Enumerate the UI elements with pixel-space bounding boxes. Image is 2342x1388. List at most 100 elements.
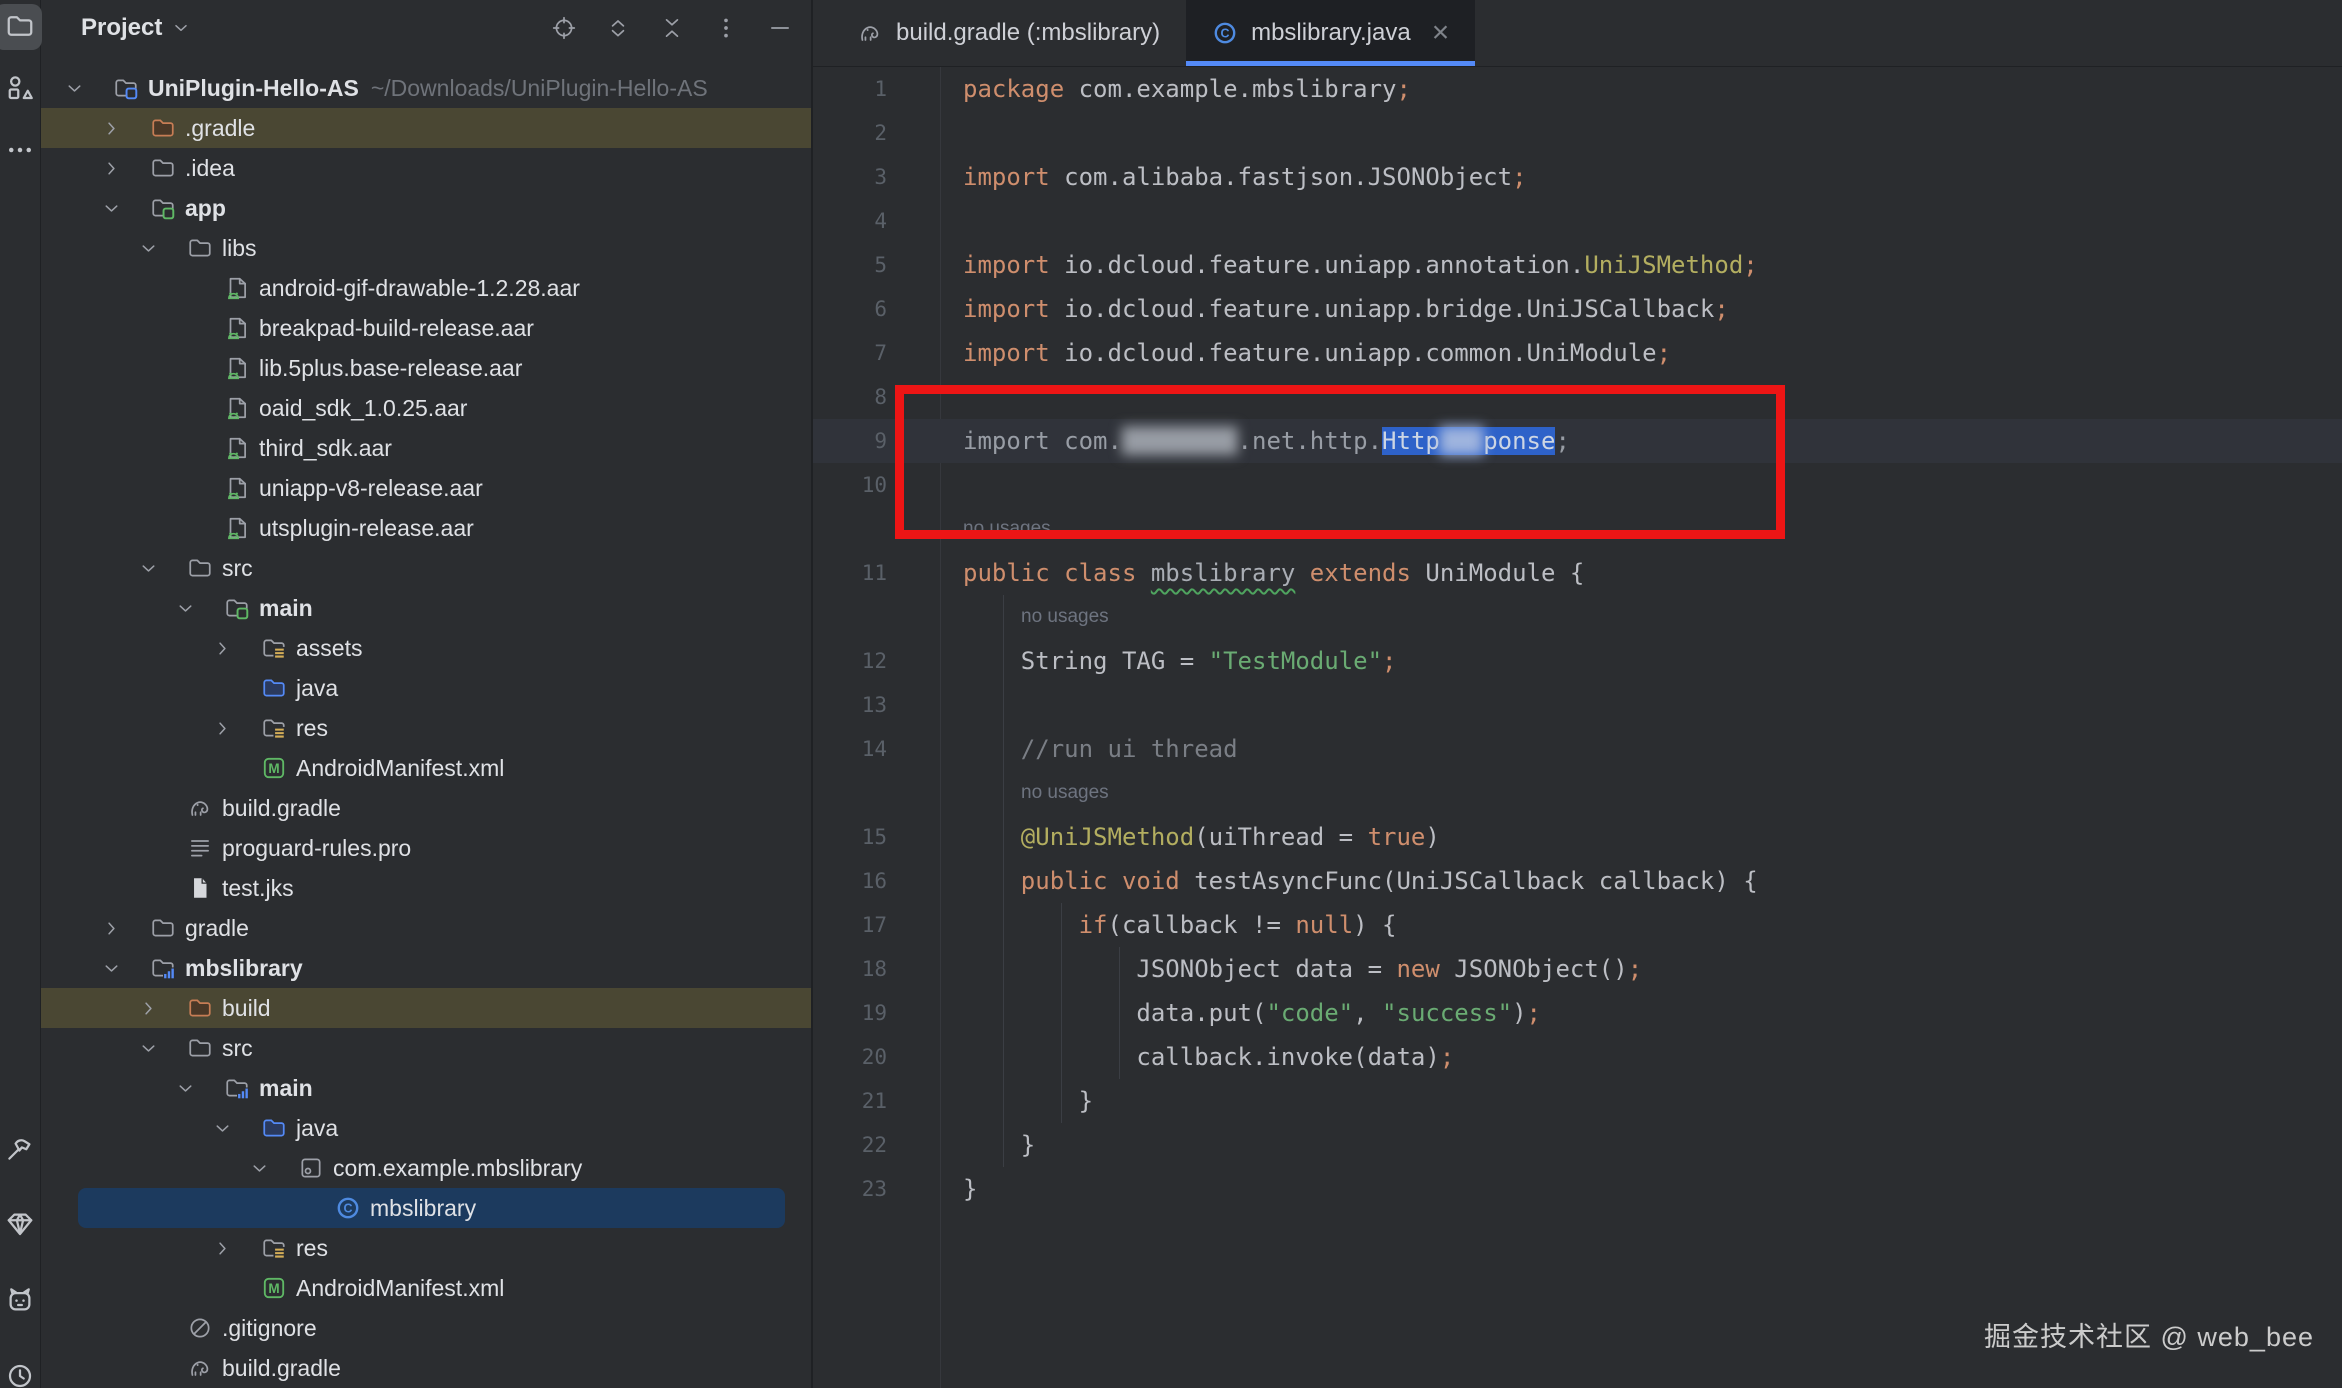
code-line-13[interactable]: 13 [813, 683, 2342, 727]
chevron-down-icon[interactable] [210, 1117, 261, 1140]
kebab-menu-button[interactable] [713, 15, 739, 41]
hammer-icon [5, 1133, 35, 1163]
line-number: 4 [813, 209, 904, 233]
chevron-right-icon[interactable] [99, 157, 150, 180]
chevron-down-icon[interactable] [173, 597, 224, 620]
code-line-23[interactable]: 23} [813, 1167, 2342, 1211]
stripe-cat-button[interactable] [2, 1280, 38, 1320]
chevron-down-icon[interactable] [247, 1157, 298, 1180]
inlay-hint-row[interactable]: no usages [813, 771, 2342, 815]
manifest-file-icon: M [261, 755, 287, 781]
hide-button[interactable] [767, 15, 793, 41]
tree-item-android-gif-drawable-1-2-28-aar[interactable]: android-gif-drawable-1.2.28.aar [41, 268, 811, 308]
code-line-19[interactable]: 19 data.put("code", "success"); [813, 991, 2342, 1035]
inlay-hint[interactable]: no usages [904, 606, 1109, 628]
tree-item-utsplugin-release-aar[interactable]: utsplugin-release.aar [41, 508, 811, 548]
chevron-right-icon[interactable] [210, 637, 261, 660]
tree-item-uniplugin-hello-as[interactable]: UniPlugin-Hello-AS~/Downloads/UniPlugin-… [41, 68, 811, 108]
tree-item-java[interactable]: java [41, 1108, 811, 1148]
chevron-down-icon[interactable] [99, 197, 150, 220]
close-icon[interactable]: × [1432, 18, 1450, 48]
tree-item-libs[interactable]: libs [41, 228, 811, 268]
stripe-gem-button[interactable] [2, 1204, 38, 1244]
chevron-down-icon[interactable] [170, 17, 192, 39]
chevron-right-icon [137, 997, 160, 1020]
tree-item-com-example-mbslibrary[interactable]: com.example.mbslibrary [41, 1148, 811, 1188]
tree-item-androidmanifest-xml[interactable]: MAndroidManifest.xml [41, 748, 811, 788]
code-line-3[interactable]: 3import com.alibaba.fastjson.JSONObject; [813, 155, 2342, 199]
tree-item-res[interactable]: res [41, 1228, 811, 1268]
stripe-project-folder-button[interactable] [2, 6, 38, 46]
chevron-right-icon[interactable] [210, 1237, 261, 1260]
code-line-12[interactable]: 12 String TAG = "TestModule"; [813, 639, 2342, 683]
stripe-hammer-button[interactable] [2, 1128, 38, 1168]
stripe-more-horizontal-button[interactable] [2, 130, 38, 170]
code-line-18[interactable]: 18 JSONObject data = new JSONObject(); [813, 947, 2342, 991]
code-line-15[interactable]: 15 @UniJSMethod(uiThread = true) [813, 815, 2342, 859]
chevron-right-icon[interactable] [136, 997, 187, 1020]
code-line-1[interactable]: 1package com.example.mbslibrary; [813, 67, 2342, 111]
chevron-right-icon [100, 117, 123, 140]
tree-item-gradle[interactable]: gradle [41, 908, 811, 948]
tree-item-test-jks[interactable]: test.jks [41, 868, 811, 908]
code-line-4[interactable]: 4 [813, 199, 2342, 243]
locate-button[interactable] [551, 15, 577, 41]
tree-item-proguard-rules-pro[interactable]: proguard-rules.pro [41, 828, 811, 868]
inlay-hint-row[interactable]: no usages [813, 595, 2342, 639]
code-line-14[interactable]: 14 //run ui thread [813, 727, 2342, 771]
shapes-icon [5, 73, 35, 103]
tree-item-third-sdk-aar[interactable]: third_sdk.aar [41, 428, 811, 468]
editor-tab-bar: build.gradle (:mbslibrary)Cmbslibrary.ja… [813, 0, 2342, 67]
code-line-22[interactable]: 22 } [813, 1123, 2342, 1167]
collapse-all-button[interactable] [659, 15, 685, 41]
tree-item-src[interactable]: src [41, 548, 811, 588]
stripe-shapes-button[interactable] [2, 68, 38, 108]
tree-item-java[interactable]: java [41, 668, 811, 708]
project-panel-header: Project [41, 0, 811, 56]
tree-item-main[interactable]: main [41, 1068, 811, 1108]
chevron-right-icon[interactable] [210, 717, 261, 740]
inlay-hint[interactable]: no usages [904, 782, 1109, 804]
editor-tab-mbslibrary-java[interactable]: Cmbslibrary.java× [1186, 0, 1475, 66]
code-line-11[interactable]: 11public class mbslibrary extends UniMod… [813, 551, 2342, 595]
code-line-6[interactable]: 6import io.dcloud.feature.uniapp.bridge.… [813, 287, 2342, 331]
expand-all-button[interactable] [605, 15, 631, 41]
tree-item-app[interactable]: app [41, 188, 811, 228]
chevron-right-icon[interactable] [99, 917, 150, 940]
code-editor[interactable]: 1package com.example.mbslibrary;23import… [813, 67, 2342, 1388]
tree-item-res[interactable]: res [41, 708, 811, 748]
code-line-7[interactable]: 7import io.dcloud.feature.uniapp.common.… [813, 331, 2342, 375]
chevron-down-icon[interactable] [136, 557, 187, 580]
code-line-20[interactable]: 20 callback.invoke(data); [813, 1035, 2342, 1079]
chevron-down-icon[interactable] [173, 1077, 224, 1100]
chevron-down-icon[interactable] [62, 77, 113, 100]
code-line-5[interactable]: 5import io.dcloud.feature.uniapp.annotat… [813, 243, 2342, 287]
tree-item--gitignore[interactable]: .gitignore [41, 1308, 811, 1348]
chevron-right-icon[interactable] [99, 117, 150, 140]
chevron-down-icon[interactable] [136, 1037, 187, 1060]
tree-item-oaid-sdk-1-0-25-aar[interactable]: oaid_sdk_1.0.25.aar [41, 388, 811, 428]
tree-item-androidmanifest-xml[interactable]: MAndroidManifest.xml [41, 1268, 811, 1308]
tree-item-src[interactable]: src [41, 1028, 811, 1068]
project-tool-title[interactable]: Project [81, 14, 162, 42]
tree-item-mbslibrary[interactable]: Cmbslibrary [78, 1188, 785, 1228]
tree-item-mbslibrary[interactable]: mbslibrary [41, 948, 811, 988]
tree-item-build[interactable]: build [41, 988, 811, 1028]
tree-item-main[interactable]: main [41, 588, 811, 628]
tree-item-lib-5plus-base-release-aar[interactable]: lib.5plus.base-release.aar [41, 348, 811, 388]
tree-item-assets[interactable]: assets [41, 628, 811, 668]
stripe-clock-button[interactable] [2, 1356, 38, 1388]
tree-item-breakpad-build-release-aar[interactable]: breakpad-build-release.aar [41, 308, 811, 348]
code-line-17[interactable]: 17 if(callback != null) { [813, 903, 2342, 947]
editor-tab-build-gradle-mbslibrary-[interactable]: build.gradle (:mbslibrary) [831, 0, 1186, 66]
code-line-2[interactable]: 2 [813, 111, 2342, 155]
code-line-21[interactable]: 21 } [813, 1079, 2342, 1123]
tree-item--gradle[interactable]: .gradle [41, 108, 811, 148]
tree-item--idea[interactable]: .idea [41, 148, 811, 188]
chevron-down-icon[interactable] [99, 957, 150, 980]
tree-item-uniapp-v8-release-aar[interactable]: uniapp-v8-release.aar [41, 468, 811, 508]
tree-item-build-gradle[interactable]: build.gradle [41, 1348, 811, 1388]
code-line-16[interactable]: 16 public void testAsyncFunc(UniJSCallba… [813, 859, 2342, 903]
tree-item-build-gradle[interactable]: build.gradle [41, 788, 811, 828]
chevron-down-icon[interactable] [136, 237, 187, 260]
